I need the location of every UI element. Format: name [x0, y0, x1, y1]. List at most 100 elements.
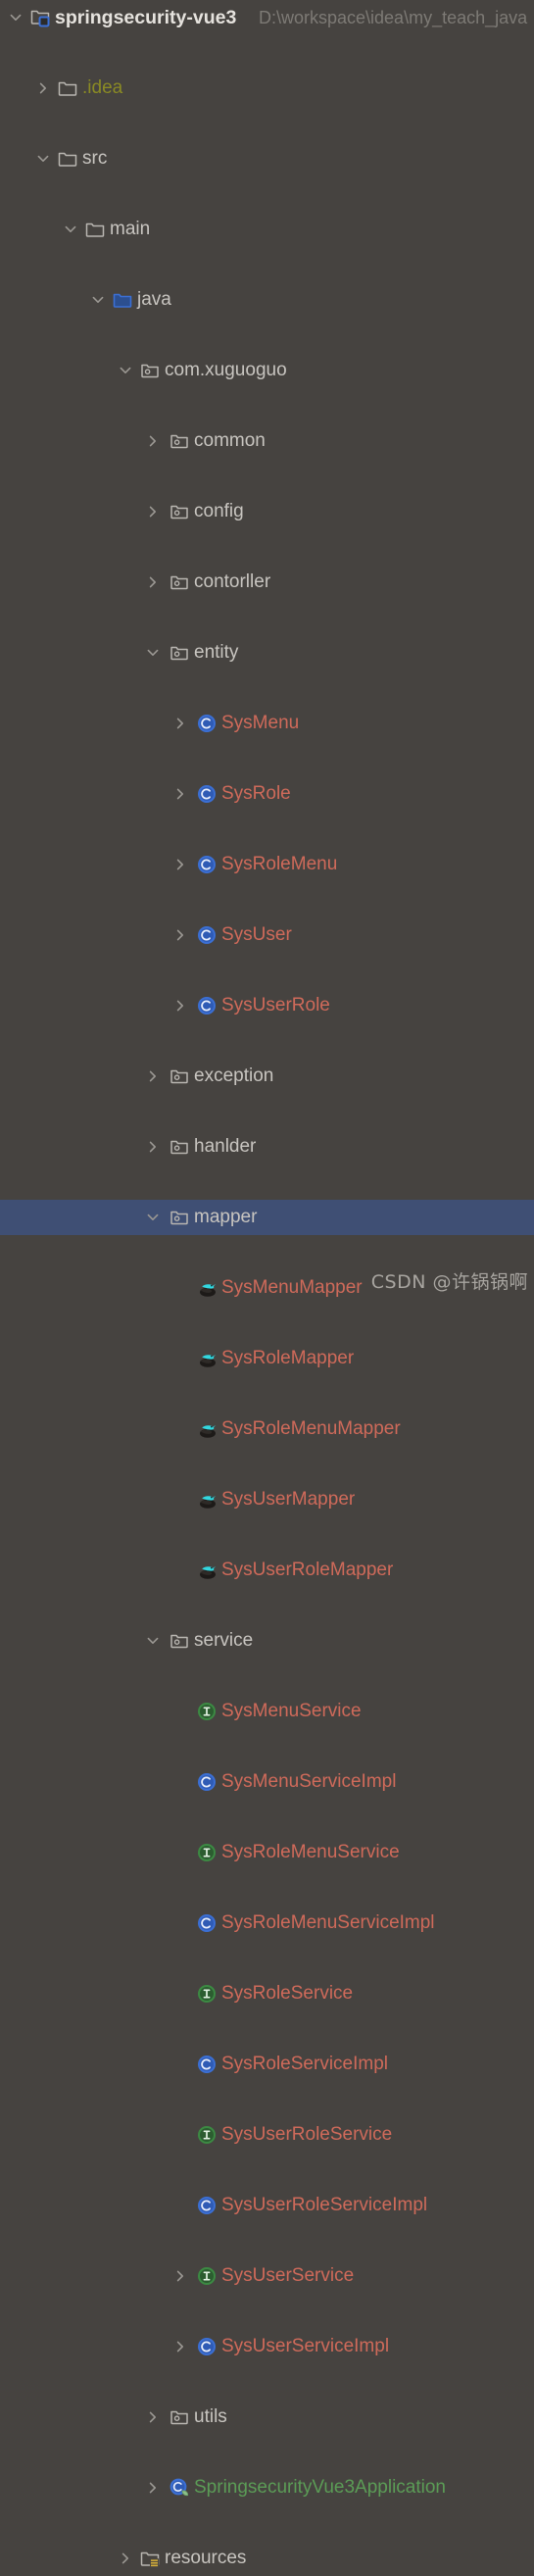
package-icon — [169, 642, 190, 664]
tree-row[interactable]: SysUserMapper — [0, 1482, 534, 1517]
chevron-down-icon[interactable] — [35, 151, 51, 167]
chevron-right-icon[interactable] — [118, 2551, 133, 2566]
tree-row-label: SysUserMapper — [221, 1482, 355, 1517]
tree-row-label: .idea — [82, 71, 122, 106]
tree-row[interactable]: SysRole — [0, 776, 534, 812]
chevron-down-icon[interactable] — [145, 1633, 161, 1649]
chevron-down-icon[interactable] — [118, 363, 133, 378]
class-icon — [196, 995, 218, 1016]
tree-row-label: contorller — [194, 565, 270, 600]
chevron-right-icon[interactable] — [172, 786, 188, 802]
tree-row[interactable]: SysRoleService — [0, 1976, 534, 2011]
tree-row[interactable]: exception — [0, 1059, 534, 1094]
chevron-down-icon[interactable] — [63, 222, 78, 237]
tree-row[interactable]: SysUser — [0, 917, 534, 953]
tree-row[interactable]: SysUserRoleService — [0, 2117, 534, 2153]
tree-row[interactable]: SpringsecurityVue3Application — [0, 2470, 534, 2505]
folder-icon — [84, 219, 106, 240]
tree-row[interactable]: SysRoleServiceImpl — [0, 2047, 534, 2082]
mybatis-icon — [196, 1489, 218, 1511]
tree-row[interactable]: hanlder — [0, 1129, 534, 1164]
tree-row[interactable]: common — [0, 423, 534, 459]
tree-row[interactable]: SysRoleMenu — [0, 847, 534, 882]
package-icon — [139, 360, 161, 381]
tree-row-label: config — [194, 494, 244, 529]
package-icon — [169, 1207, 190, 1228]
mybatis-icon — [196, 1418, 218, 1440]
interface-icon — [196, 2124, 218, 2146]
chevron-right-icon[interactable] — [145, 2409, 161, 2425]
chevron-right-icon[interactable] — [172, 998, 188, 1014]
tree-row[interactable]: SysMenuService — [0, 1694, 534, 1729]
tree-row-label: exception — [194, 1059, 273, 1094]
tree-row[interactable]: SysUserServiceImpl — [0, 2329, 534, 2364]
class-icon — [196, 783, 218, 805]
tree-row[interactable]: config — [0, 494, 534, 529]
package-icon — [169, 2406, 190, 2428]
chevron-right-icon[interactable] — [172, 2268, 188, 2284]
tree-row-label: SysUserRoleMapper — [221, 1553, 393, 1588]
tree-row-label: SysUser — [221, 917, 292, 953]
project-tree[interactable]: springsecurity-vue3D:\workspace\idea\my_… — [0, 0, 534, 1302]
tree-row-label: resources — [165, 2541, 246, 2576]
tree-row[interactable]: .idea — [0, 71, 534, 106]
tree-row[interactable]: SysUserRoleMapper — [0, 1553, 534, 1588]
tree-row-label: SysUserService — [221, 2258, 354, 2294]
tree-row[interactable]: contorller — [0, 565, 534, 600]
chevron-right-icon[interactable] — [145, 504, 161, 520]
chevron-down-icon[interactable] — [145, 645, 161, 661]
tree-row-label: SysUserRoleServiceImpl — [221, 2188, 427, 2223]
folder-icon — [57, 148, 78, 170]
tree-row-label: SysUserRole — [221, 988, 330, 1023]
chevron-down-icon[interactable] — [90, 292, 106, 308]
tree-row-label: com.xuguoguo — [165, 353, 287, 388]
tree-row[interactable]: src — [0, 141, 534, 176]
chevron-right-icon[interactable] — [172, 2339, 188, 2354]
chevron-right-icon[interactable] — [172, 716, 188, 731]
class-icon — [196, 854, 218, 875]
tree-row[interactable]: springsecurity-vue3D:\workspace\idea\my_… — [0, 0, 534, 35]
tree-row[interactable]: SysRoleMenuServiceImpl — [0, 1906, 534, 1941]
chevron-right-icon[interactable] — [145, 574, 161, 590]
tree-row[interactable]: service — [0, 1623, 534, 1659]
chevron-right-icon[interactable] — [145, 1139, 161, 1155]
package-icon — [169, 501, 190, 522]
chevron-right-icon[interactable] — [35, 80, 51, 96]
interface-icon — [196, 1701, 218, 1722]
tree-row[interactable]: main — [0, 212, 534, 247]
tree-row-label: main — [110, 212, 150, 247]
tree-row-label: service — [194, 1623, 253, 1659]
tree-row[interactable]: SysMenu — [0, 706, 534, 741]
chevron-right-icon[interactable] — [145, 1068, 161, 1084]
tree-row-label: common — [194, 423, 266, 459]
tree-row-label: SysRoleMapper — [221, 1341, 354, 1376]
chevron-right-icon[interactable] — [145, 433, 161, 449]
tree-row-label: hanlder — [194, 1129, 256, 1164]
tree-row[interactable]: resources — [0, 2541, 534, 2576]
chevron-down-icon[interactable] — [8, 10, 24, 25]
tree-row[interactable]: SysRoleMenuService — [0, 1835, 534, 1870]
tree-row[interactable]: SysRoleMenuMapper — [0, 1412, 534, 1447]
tree-row-label: SysMenuMapper — [221, 1270, 363, 1306]
tree-row[interactable]: SysUserService — [0, 2258, 534, 2294]
tree-row[interactable]: SysMenuServiceImpl — [0, 1764, 534, 1800]
mybatis-icon — [196, 1348, 218, 1369]
tree-row[interactable]: SysRoleMapper — [0, 1341, 534, 1376]
tree-row[interactable]: utils — [0, 2400, 534, 2435]
tree-row[interactable]: SysUserRole — [0, 988, 534, 1023]
chevron-right-icon[interactable] — [145, 2480, 161, 2496]
chevron-right-icon[interactable] — [172, 857, 188, 872]
tree-row[interactable]: SysUserRoleServiceImpl — [0, 2188, 534, 2223]
tree-row[interactable]: mapper — [0, 1200, 534, 1235]
tree-row-label: SysMenuService — [221, 1694, 362, 1729]
folder-icon — [57, 77, 78, 99]
source-folder-icon — [112, 289, 133, 311]
chevron-down-icon[interactable] — [145, 1210, 161, 1225]
tree-row-label: java — [137, 282, 171, 318]
module-folder-icon — [29, 7, 51, 28]
chevron-right-icon[interactable] — [172, 927, 188, 943]
tree-row[interactable]: java — [0, 282, 534, 318]
spring-class-icon — [169, 2477, 190, 2499]
tree-row[interactable]: com.xuguoguo — [0, 353, 534, 388]
tree-row[interactable]: entity — [0, 635, 534, 670]
